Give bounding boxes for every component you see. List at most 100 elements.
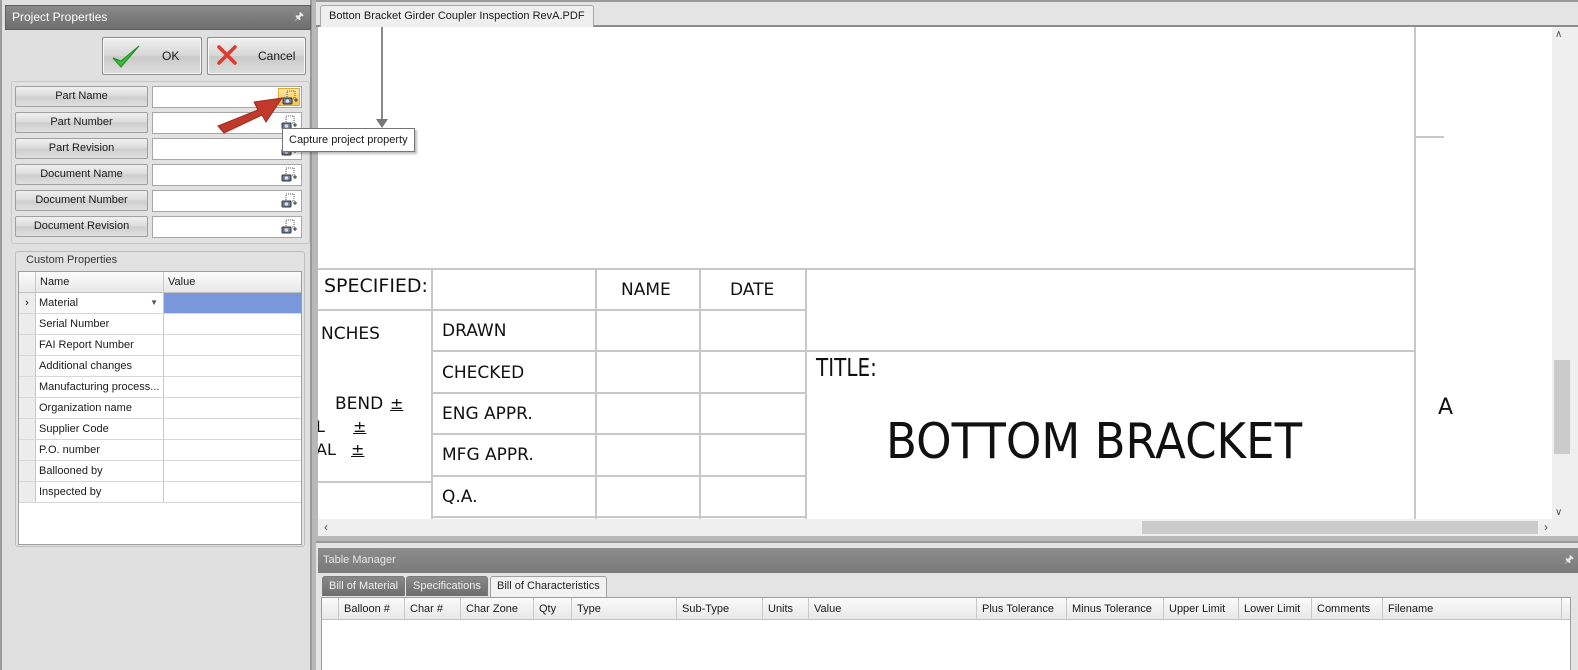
row-selector[interactable]: [19, 377, 36, 397]
leader-line: [381, 27, 383, 122]
property-name-cell[interactable]: Ballooned by: [36, 461, 164, 481]
custom-property-row[interactable]: Manufacturing process...: [19, 377, 301, 398]
capture-tooltip: Capture project property: [282, 128, 415, 152]
camera-capture-icon: [281, 167, 297, 182]
horizontal-scroll-thumb[interactable]: [1142, 521, 1538, 534]
custom-property-row[interactable]: FAI Report Number: [19, 335, 301, 356]
row-selector[interactable]: [19, 335, 36, 355]
property-name-cell[interactable]: FAI Report Number: [36, 335, 164, 355]
cancel-button[interactable]: Cancel: [207, 37, 306, 75]
characteristics-grid: Balloon # Char # Char Zone Qty Type Sub-Type U…: [321, 597, 1571, 670]
column-header-sub-type[interactable]: Sub-Type: [677, 598, 763, 620]
document-revision-button[interactable]: Document Revision: [15, 216, 148, 237]
custom-property-row[interactable]: P.O. number: [19, 440, 301, 461]
column-header-type[interactable]: Type: [572, 598, 677, 620]
custom-property-row[interactable]: › Material ▼: [19, 293, 301, 314]
scroll-right-icon[interactable]: ›: [1544, 520, 1548, 534]
panel-header: Project Properties 🖈: [5, 5, 311, 30]
custom-property-row[interactable]: Additional changes: [19, 356, 301, 377]
property-value-cell[interactable]: [164, 335, 301, 355]
document-revision-field-box: [152, 216, 302, 238]
part-number-button[interactable]: Part Number: [15, 112, 148, 133]
column-header-units[interactable]: Units: [763, 598, 809, 620]
column-header-char-zone[interactable]: Char Zone: [461, 598, 534, 620]
property-value-cell[interactable]: [164, 482, 301, 502]
document-name-button[interactable]: Document Name: [15, 164, 148, 185]
horizontal-scrollbar[interactable]: ‹ ›: [318, 519, 1552, 536]
column-header-comments[interactable]: Comments: [1312, 598, 1383, 620]
capture-property-button[interactable]: [278, 192, 300, 210]
document-revision-input[interactable]: [153, 217, 273, 237]
part-name-button[interactable]: Part Name: [15, 86, 148, 107]
property-row-document-number: Document Number: [15, 190, 302, 212]
vertical-scrollbar[interactable]: ∧ ∨: [1552, 27, 1570, 519]
column-header-plus-tolerance[interactable]: Plus Tolerance: [977, 598, 1067, 620]
row-selector[interactable]: [19, 482, 36, 502]
table-manager-panel: Table Manager 🖈 Bill of Material Specifi…: [316, 541, 1578, 670]
property-name-cell[interactable]: Supplier Code: [36, 419, 164, 439]
column-header-minus-tolerance[interactable]: Minus Tolerance: [1067, 598, 1164, 620]
dropdown-arrow-icon[interactable]: ▼: [150, 293, 158, 313]
row-selector[interactable]: ›: [19, 293, 36, 313]
tab-bill-of-material[interactable]: Bill of Material: [322, 576, 406, 596]
column-header-value[interactable]: Value: [164, 272, 301, 293]
property-name: Organization name: [39, 402, 132, 414]
custom-property-row[interactable]: Ballooned by: [19, 461, 301, 482]
document-number-input[interactable]: [153, 191, 273, 211]
viewer-edge: [1570, 27, 1578, 519]
column-header-value[interactable]: Value: [809, 598, 977, 620]
column-header-name[interactable]: Name: [36, 272, 164, 293]
row-selector[interactable]: [19, 398, 36, 418]
row-selector[interactable]: [19, 461, 36, 481]
column-header-char[interactable]: Char #: [405, 598, 461, 620]
scroll-up-icon[interactable]: ∧: [1555, 29, 1562, 40]
ok-button[interactable]: OK: [102, 37, 202, 75]
tab-bill-of-characteristics[interactable]: Bill of Characteristics: [490, 576, 607, 597]
column-header-upper-limit[interactable]: Upper Limit: [1164, 598, 1239, 620]
row-selector[interactable]: [19, 356, 36, 376]
property-value-cell[interactable]: [164, 419, 301, 439]
property-name-cell[interactable]: Manufacturing process...: [36, 377, 164, 397]
property-value-cell[interactable]: [164, 314, 301, 334]
property-name-cell[interactable]: Organization name: [36, 398, 164, 418]
custom-property-row[interactable]: Organization name: [19, 398, 301, 419]
part-revision-input[interactable]: [153, 139, 273, 159]
property-value-cell[interactable]: [164, 356, 301, 376]
column-header-qty[interactable]: Qty: [534, 598, 572, 620]
property-value-cell[interactable]: [164, 377, 301, 397]
close-x-icon: [217, 45, 237, 65]
column-header-filename[interactable]: Filename: [1383, 598, 1562, 620]
property-value-cell[interactable]: [164, 293, 301, 313]
property-name-cell[interactable]: Serial Number: [36, 314, 164, 334]
capture-property-button[interactable]: [278, 218, 300, 236]
row-selector[interactable]: [19, 314, 36, 334]
capture-property-button[interactable]: [278, 166, 300, 184]
document-name-input[interactable]: [153, 165, 273, 185]
custom-property-row[interactable]: Inspected by: [19, 482, 301, 503]
property-name-cell[interactable]: Additional changes: [36, 356, 164, 376]
custom-property-row[interactable]: Serial Number: [19, 314, 301, 335]
vertical-scroll-thumb[interactable]: [1554, 360, 1570, 454]
custom-property-row[interactable]: Supplier Code: [19, 419, 301, 440]
row-selector[interactable]: [19, 440, 36, 460]
row-selector[interactable]: [19, 419, 36, 439]
tab-specifications[interactable]: Specifications: [406, 576, 488, 596]
scroll-down-icon[interactable]: ∨: [1555, 507, 1562, 518]
column-header-lower-limit[interactable]: Lower Limit: [1239, 598, 1312, 620]
property-name-cell[interactable]: P.O. number: [36, 440, 164, 460]
pin-icon[interactable]: 🖈: [294, 6, 304, 29]
document-tab[interactable]: Botton Bracket Girder Coupler Inspection…: [320, 5, 594, 27]
column-header-balloon[interactable]: Balloon #: [339, 598, 405, 620]
property-name-cell[interactable]: Material ▼: [36, 293, 164, 313]
pin-icon[interactable]: 🖈: [1564, 548, 1574, 572]
property-value-cell[interactable]: [164, 398, 301, 418]
property-value-cell[interactable]: [164, 440, 301, 460]
pdf-viewer[interactable]: SPECIFIED: NCHES BEND ± L ± AL ± NAME DA…: [318, 27, 1552, 519]
document-number-button[interactable]: Document Number: [15, 190, 148, 211]
scroll-left-icon[interactable]: ‹: [324, 520, 328, 534]
property-name-cell[interactable]: Inspected by: [36, 482, 164, 502]
grid-header: Name Value: [19, 272, 301, 293]
part-revision-button[interactable]: Part Revision: [15, 138, 148, 159]
checkmark-icon: [112, 45, 140, 68]
property-value-cell[interactable]: [164, 461, 301, 481]
